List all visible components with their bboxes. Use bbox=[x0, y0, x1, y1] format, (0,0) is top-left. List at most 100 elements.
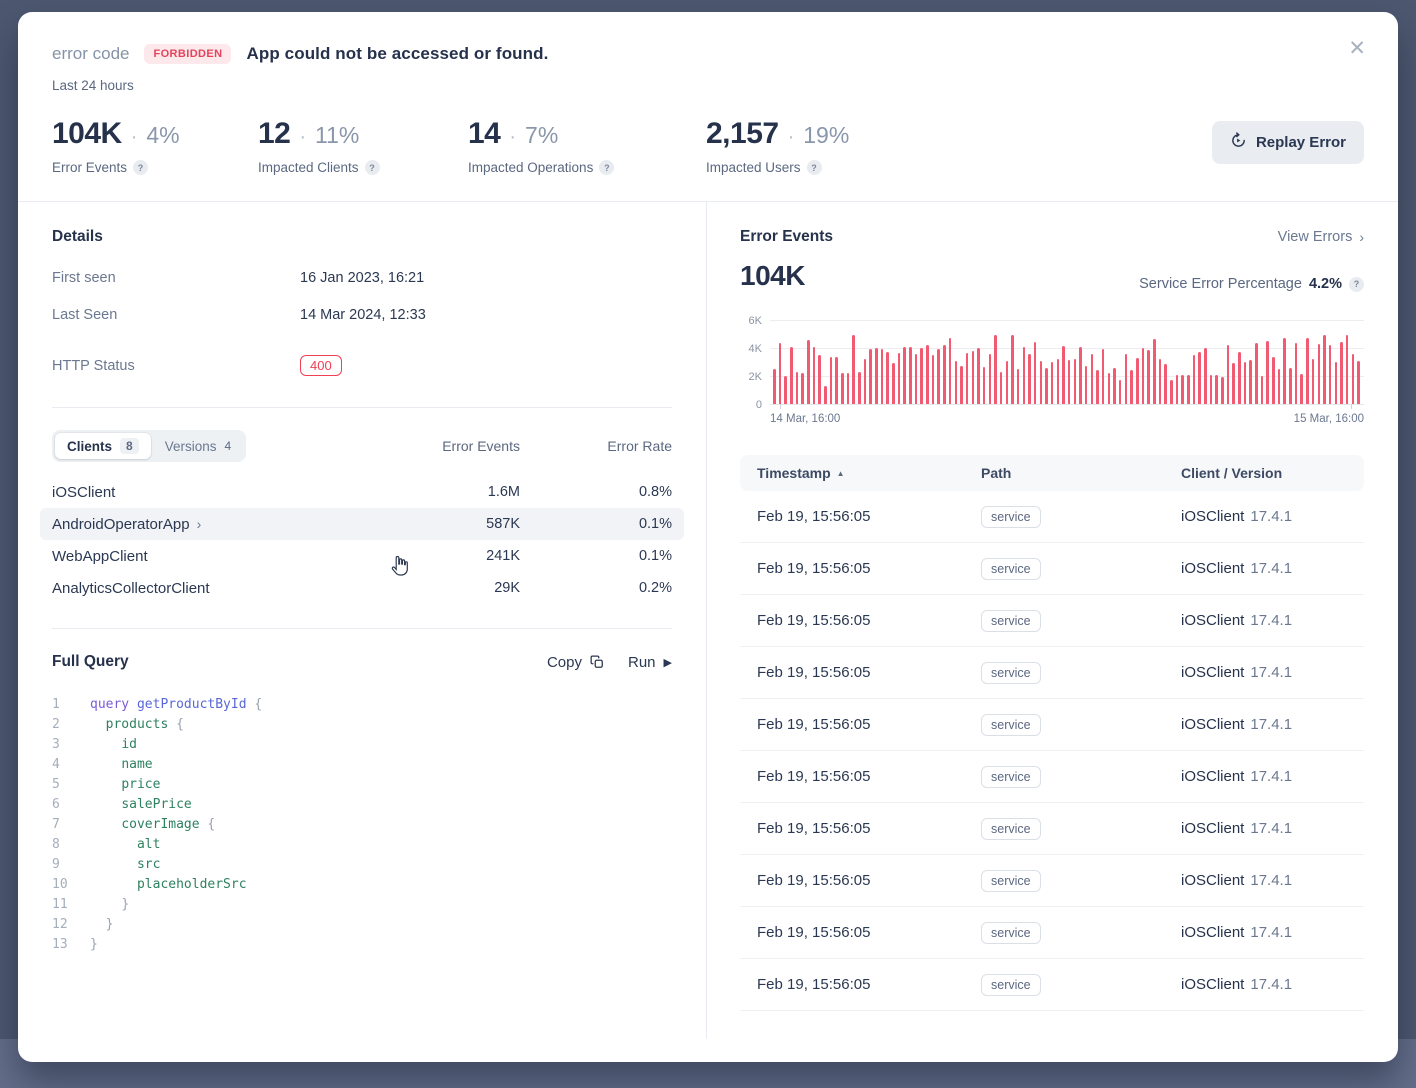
chart-bar[interactable] bbox=[779, 343, 782, 404]
chart-bar[interactable] bbox=[1215, 375, 1218, 404]
chart-bar[interactable] bbox=[1300, 374, 1303, 404]
chart-bar[interactable] bbox=[1352, 354, 1355, 404]
chart-bar[interactable] bbox=[898, 353, 901, 404]
copy-query-button[interactable]: Copy bbox=[547, 654, 604, 671]
chart-bar[interactable] bbox=[1034, 342, 1037, 404]
chart-bar[interactable] bbox=[1028, 354, 1031, 404]
chart-bar[interactable] bbox=[1040, 361, 1043, 404]
chart-bar[interactable] bbox=[955, 361, 958, 404]
chart-bar[interactable] bbox=[1255, 343, 1258, 404]
chart-bar[interactable] bbox=[1125, 354, 1128, 404]
error-event-row[interactable]: Feb 19, 15:56:05 service iOSClient17.4.1 bbox=[740, 907, 1364, 959]
chart-bar[interactable] bbox=[864, 359, 867, 404]
chart-bar[interactable] bbox=[1096, 370, 1099, 404]
chart-bar[interactable] bbox=[1176, 375, 1179, 404]
error-event-row[interactable]: Feb 19, 15:56:05 service iOSClient17.4.1 bbox=[740, 855, 1364, 907]
chart-bar[interactable] bbox=[920, 348, 923, 404]
chart-bar[interactable] bbox=[1357, 361, 1360, 404]
chart-bar[interactable] bbox=[1181, 375, 1184, 404]
chart-bar[interactable] bbox=[835, 357, 838, 404]
chart-bar[interactable] bbox=[903, 347, 906, 404]
chart-bar[interactable] bbox=[1335, 362, 1338, 404]
chart-bar[interactable] bbox=[1142, 348, 1145, 404]
error-event-row[interactable]: Feb 19, 15:56:05 service iOSClient17.4.1 bbox=[740, 751, 1364, 803]
chart-bar[interactable] bbox=[932, 355, 935, 404]
client-row-webappclient[interactable]: WebAppClient 241K 0.1% bbox=[40, 540, 684, 572]
error-event-row[interactable]: Feb 19, 15:56:05 service iOSClient17.4.1 bbox=[740, 595, 1364, 647]
chart-bar[interactable] bbox=[818, 355, 821, 404]
chart-bar[interactable] bbox=[1318, 344, 1321, 404]
error-event-row[interactable]: Feb 19, 15:56:05 service iOSClient17.4.1 bbox=[740, 491, 1364, 543]
chart-bar[interactable] bbox=[949, 338, 952, 405]
chart-bar[interactable] bbox=[915, 354, 918, 404]
column-header-timestamp[interactable]: Timestamp▲ bbox=[757, 465, 981, 481]
run-query-button[interactable]: Run ▶ bbox=[628, 654, 672, 671]
chart-bar[interactable] bbox=[1057, 359, 1060, 404]
client-row-androidoperatorapp[interactable]: AndroidOperatorApp › 587K 0.1% bbox=[40, 508, 684, 540]
view-errors-link[interactable]: View Errors › bbox=[1278, 229, 1364, 245]
chart-bar[interactable] bbox=[1074, 359, 1077, 404]
help-icon[interactable]: ? bbox=[599, 160, 614, 175]
chart-bar[interactable] bbox=[1221, 377, 1224, 404]
chart-bar[interactable] bbox=[784, 376, 787, 404]
error-event-row[interactable]: Feb 19, 15:56:05 service iOSClient17.4.1 bbox=[740, 647, 1364, 699]
chart-bar[interactable] bbox=[796, 372, 799, 404]
chart-bar[interactable] bbox=[960, 366, 963, 404]
chart-bar[interactable] bbox=[972, 351, 975, 404]
chart-bar[interactable] bbox=[1091, 354, 1094, 404]
chart-bar[interactable] bbox=[1289, 368, 1292, 404]
chart-bar[interactable] bbox=[1249, 360, 1252, 404]
chart-bar[interactable] bbox=[886, 352, 889, 404]
chart-bar[interactable] bbox=[1306, 338, 1309, 405]
chart-bar[interactable] bbox=[1147, 350, 1150, 404]
chart-bar[interactable] bbox=[881, 349, 884, 404]
chart-bar[interactable] bbox=[1261, 376, 1264, 404]
chart-bar[interactable] bbox=[1346, 335, 1349, 404]
chart-bar[interactable] bbox=[1164, 364, 1167, 404]
error-event-row[interactable]: Feb 19, 15:56:05 service iOSClient17.4.1 bbox=[740, 959, 1364, 1011]
chart-bar[interactable] bbox=[1062, 346, 1065, 404]
error-event-row[interactable]: Feb 19, 15:56:05 service iOSClient17.4.1 bbox=[740, 803, 1364, 855]
query-code-block[interactable]: 1 query getProductById { 2 products { 3 … bbox=[52, 695, 672, 955]
chart-bar[interactable] bbox=[801, 373, 804, 404]
chart-bar[interactable] bbox=[1045, 368, 1048, 404]
chart-bar[interactable] bbox=[994, 335, 997, 404]
chart-bar[interactable] bbox=[824, 386, 827, 404]
chart-bar[interactable] bbox=[1312, 359, 1315, 404]
chart-bar[interactable] bbox=[966, 353, 969, 404]
chart-bar[interactable] bbox=[1102, 349, 1105, 404]
chart-bar[interactable] bbox=[1017, 369, 1020, 404]
chart-bar[interactable] bbox=[1283, 338, 1286, 404]
chart-bar[interactable] bbox=[1210, 375, 1213, 404]
chart-bar[interactable] bbox=[1204, 348, 1207, 404]
chart-bar[interactable] bbox=[1232, 363, 1235, 404]
chart-bar[interactable] bbox=[1136, 358, 1139, 404]
chart-bar[interactable] bbox=[1272, 357, 1275, 404]
error-event-row[interactable]: Feb 19, 15:56:05 service iOSClient17.4.1 bbox=[740, 699, 1364, 751]
chart-bar[interactable] bbox=[1085, 366, 1088, 405]
chart-bar[interactable] bbox=[1011, 335, 1014, 404]
chart-bar[interactable] bbox=[1198, 352, 1201, 404]
chart-bar[interactable] bbox=[813, 347, 816, 404]
close-icon[interactable]: ✕ bbox=[1348, 38, 1366, 59]
chart-bar[interactable] bbox=[1329, 345, 1332, 404]
chart-bar[interactable] bbox=[1113, 368, 1116, 404]
chart-bar[interactable] bbox=[943, 345, 946, 404]
chart-bar[interactable] bbox=[1006, 361, 1009, 404]
chart-bar[interactable] bbox=[1051, 362, 1054, 404]
chart-bar[interactable] bbox=[790, 347, 793, 404]
chart-bar[interactable] bbox=[1266, 341, 1269, 404]
tab-clients[interactable]: Clients 8 bbox=[55, 433, 151, 459]
chart-bar[interactable] bbox=[830, 357, 833, 404]
client-row-iosclient[interactable]: iOSClient 1.6M 0.8% bbox=[40, 476, 684, 508]
chart-bar[interactable] bbox=[869, 349, 872, 404]
chart-bar[interactable] bbox=[1023, 347, 1026, 404]
chart-bar[interactable] bbox=[1159, 359, 1162, 404]
chart-bar[interactable] bbox=[1108, 373, 1111, 404]
help-icon[interactable]: ? bbox=[807, 160, 822, 175]
chart-bar[interactable] bbox=[1278, 369, 1281, 404]
chart-bar[interactable] bbox=[852, 335, 855, 404]
chart-bar[interactable] bbox=[807, 340, 810, 404]
chart-bar[interactable] bbox=[858, 372, 861, 404]
chart-bar[interactable] bbox=[909, 347, 912, 404]
